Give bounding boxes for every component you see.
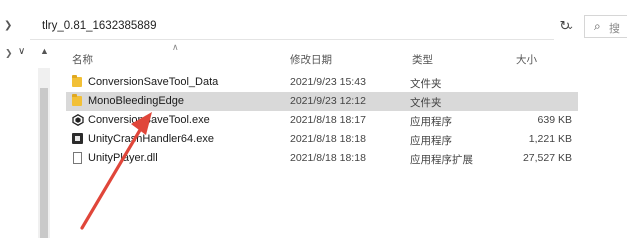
file-type: 应用程序 bbox=[410, 135, 452, 147]
address-bar: ❯ tlry_0.81_1632385889 ⌄ ↻ ⌕ 搜 bbox=[0, 14, 627, 40]
file-type: 文件夹 bbox=[410, 97, 442, 109]
file-date: 2021/8/18 18:18 bbox=[290, 152, 366, 164]
file-date: 2021/9/23 15:43 bbox=[290, 76, 366, 88]
scroll-up-arrow-icon[interactable]: ▲ bbox=[40, 46, 49, 56]
file-row-selected[interactable]: MonoBleedingEdge 2021/9/23 12:12 文件夹 bbox=[66, 92, 578, 111]
search-input[interactable]: ⌕ 搜 bbox=[584, 15, 627, 38]
unity-app-icon bbox=[72, 114, 84, 126]
file-name: MonoBleedingEdge bbox=[88, 95, 185, 107]
folder-icon bbox=[72, 94, 82, 106]
column-header-date[interactable]: 修改日期 bbox=[290, 52, 332, 67]
folder-icon bbox=[72, 75, 82, 87]
breadcrumb-path[interactable]: tlry_0.81_1632385889 bbox=[42, 20, 156, 32]
file-row[interactable]: ConversionSaveTool_Data 2021/9/23 15:43 … bbox=[66, 73, 578, 92]
dll-file-icon bbox=[73, 152, 82, 164]
file-date: 2021/8/18 18:18 bbox=[290, 133, 366, 145]
address-field[interactable]: tlry_0.81_1632385889 ⌄ bbox=[30, 15, 574, 40]
file-name: ConversionSaveTool_Data bbox=[88, 76, 219, 88]
file-size: 1,221 KB bbox=[528, 133, 572, 145]
file-date: 2021/9/23 12:12 bbox=[290, 95, 366, 107]
column-header-type[interactable]: 类型 bbox=[412, 52, 433, 67]
nav-expand-arrow-icon[interactable]: ❯ bbox=[5, 48, 13, 59]
sort-ascending-icon: ∧ bbox=[172, 42, 179, 52]
column-header-size[interactable]: 大小 bbox=[516, 52, 537, 67]
scrollbar-thumb[interactable] bbox=[40, 88, 48, 238]
collapse-chevron-icon[interactable]: ∨ bbox=[18, 46, 25, 57]
search-placeholder: 搜 bbox=[609, 23, 620, 35]
navigation-pane: ❯ ∨ ▲ bbox=[0, 40, 52, 242]
file-row[interactable]: UnityPlayer.dll 2021/8/18 18:18 应用程序扩展 2… bbox=[66, 149, 578, 168]
file-row[interactable]: ConversionSaveTool.exe 2021/8/18 18:17 应… bbox=[66, 111, 578, 130]
file-size: 639 KB bbox=[537, 114, 572, 126]
file-row[interactable]: UnityCrashHandler64.exe 2021/8/18 18:18 … bbox=[66, 130, 578, 149]
file-size: 27,527 KB bbox=[522, 152, 572, 164]
file-type: 应用程序 bbox=[410, 116, 452, 128]
column-header-name[interactable]: 名称 bbox=[72, 52, 93, 67]
search-icon: ⌕ bbox=[594, 19, 601, 33]
refresh-button[interactable]: ↻ bbox=[554, 15, 576, 37]
file-name: UnityPlayer.dll bbox=[88, 152, 158, 164]
file-type: 应用程序扩展 bbox=[410, 154, 473, 166]
breadcrumb-chevron-icon[interactable]: ❯ bbox=[4, 20, 12, 31]
file-date: 2021/8/18 18:17 bbox=[290, 114, 366, 126]
exe-icon bbox=[72, 133, 83, 144]
file-name: UnityCrashHandler64.exe bbox=[88, 133, 214, 145]
file-type: 文件夹 bbox=[410, 78, 442, 90]
file-name: ConversionSaveTool.exe bbox=[88, 114, 210, 126]
